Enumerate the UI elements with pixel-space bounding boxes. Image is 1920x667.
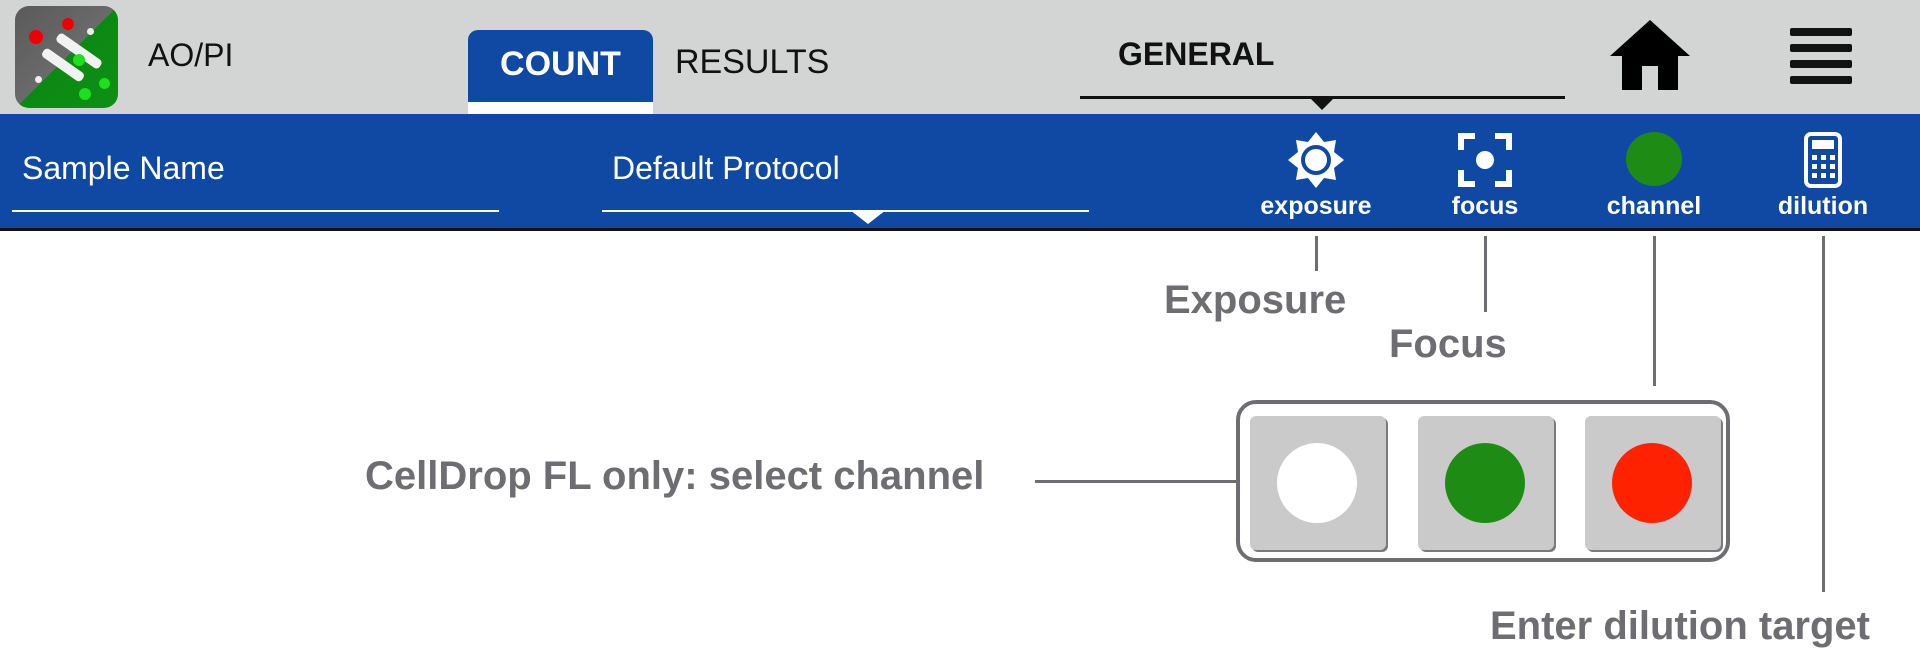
channel-select-callout: CellDrop FL only: select channel [365, 454, 985, 498]
channel-option-red[interactable] [1585, 416, 1721, 550]
category-dropdown-value: GENERAL [1118, 36, 1275, 72]
top-header: AO/PI COUNT RESULTS GENERAL [0, 0, 1920, 114]
channel-option-green[interactable] [1418, 416, 1554, 550]
dilution-callout: Enter dilution target [1490, 604, 1870, 648]
hamburger-menu-icon[interactable] [1790, 28, 1852, 92]
dropdown-arrow-icon [850, 210, 886, 224]
exposure-callout-line [1315, 236, 1318, 271]
channel-option-brightfield[interactable] [1250, 416, 1386, 550]
red-dot-icon [1612, 443, 1692, 523]
dilution-callout-line [1822, 236, 1825, 592]
channel-dot-icon [1626, 132, 1682, 186]
white-dot-icon [1277, 443, 1357, 523]
home-icon[interactable] [1610, 20, 1690, 90]
sample-name-placeholder: Sample Name [22, 150, 225, 186]
tab-results[interactable]: RESULTS [675, 43, 829, 82]
exposure-callout: Exposure [1164, 278, 1347, 322]
focus-icon [1458, 133, 1512, 187]
dilution-label: dilution [1777, 192, 1869, 220]
calculator-icon [1804, 132, 1842, 188]
dropdown-arrow-icon [1308, 96, 1336, 110]
channel-select-callout-line [1035, 480, 1236, 483]
sample-name-input[interactable]: Sample Name [12, 114, 499, 212]
channel-callout-line [1653, 236, 1656, 386]
protocol-value: Default Protocol [612, 150, 840, 186]
focus-callout: Focus [1389, 322, 1507, 366]
assay-name: AO/PI [148, 37, 234, 73]
protocol-dropdown[interactable]: Default Protocol [602, 114, 1089, 224]
brightness-icon [1288, 132, 1344, 188]
active-tab-indicator [468, 102, 653, 114]
channel-label: channel [1606, 192, 1702, 220]
focus-callout-line [1484, 236, 1487, 312]
app-logo-icon [15, 6, 118, 108]
focus-label: focus [1451, 192, 1519, 220]
tab-count-label: COUNT [500, 45, 621, 83]
exposure-label: exposure [1260, 192, 1372, 220]
tab-count[interactable]: COUNT [468, 30, 653, 114]
category-dropdown[interactable]: GENERAL [1080, 36, 1565, 110]
green-dot-icon [1445, 443, 1525, 523]
